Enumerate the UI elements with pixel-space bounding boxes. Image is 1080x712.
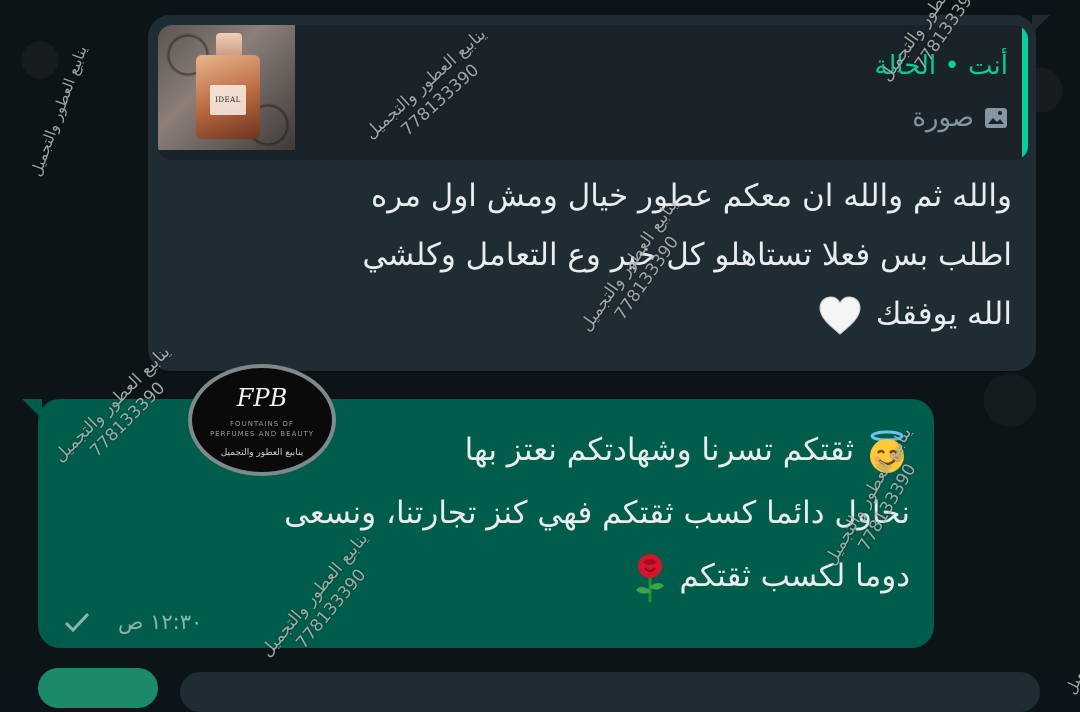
next-incoming-bubble-partial[interactable]: [180, 672, 1040, 712]
outgoing-line: نحاول دائما كسب ثقتكم فهي كنز تجارتنا، و…: [284, 495, 910, 531]
logo-arabic: ينابيع العطور والتجميل: [220, 448, 304, 458]
outgoing-line-last: دوما لكسب ثقتكم: [50, 545, 910, 608]
outgoing-line: ثقتكم تسرنا وشهادتكم نعتز بها: [464, 432, 855, 468]
incoming-line: اطلب بس فعلا تستاهلو كل خير وع التعامل و…: [362, 237, 1012, 273]
perfume-label: IDEAL: [210, 85, 246, 115]
single-check-icon: [64, 612, 90, 632]
incoming-line: والله ثم والله ان معكم عطور خيال ومش اول…: [370, 178, 1012, 214]
perfume-cap: [216, 33, 242, 57]
incoming-line: الله يوفقك: [875, 296, 1012, 332]
message-time: ١٢:٣٠ ص: [118, 610, 203, 634]
outgoing-message-bubble[interactable]: ثقتكم تسرنا وشهادتكم نعتز بها نحاول دائم…: [22, 399, 934, 648]
outgoing-message-text: ثقتكم تسرنا وشهادتكم نعتز بها نحاول دائم…: [50, 419, 910, 608]
photo-icon: [985, 108, 1007, 128]
next-outgoing-bubble-partial[interactable]: [38, 668, 158, 708]
message-meta: ١٢:٣٠ ص: [64, 610, 202, 634]
quote-accent-bar: [1022, 25, 1028, 160]
quoted-image-thumbnail[interactable]: IDEAL: [158, 25, 295, 150]
brand-logo-avatar: FPB FOUNTAINS OF PERFUMES AND BEAUTY ينا…: [188, 364, 336, 476]
rose-emoji: [635, 553, 664, 602]
logo-line1: FOUNTAINS OF: [230, 420, 294, 428]
outgoing-line-first: ثقتكم تسرنا وشهادتكم نعتز بها: [50, 419, 910, 482]
outgoing-line: دوما لكسب ثقتكم: [679, 558, 910, 594]
logo-line2: PERFUMES AND BEAUTY: [209, 430, 315, 438]
quote-type-label: صورة: [912, 103, 974, 133]
white-heart-emoji: [819, 295, 861, 335]
logo-monogram: FPB: [236, 384, 288, 412]
quote-type: صورة: [912, 103, 1008, 133]
